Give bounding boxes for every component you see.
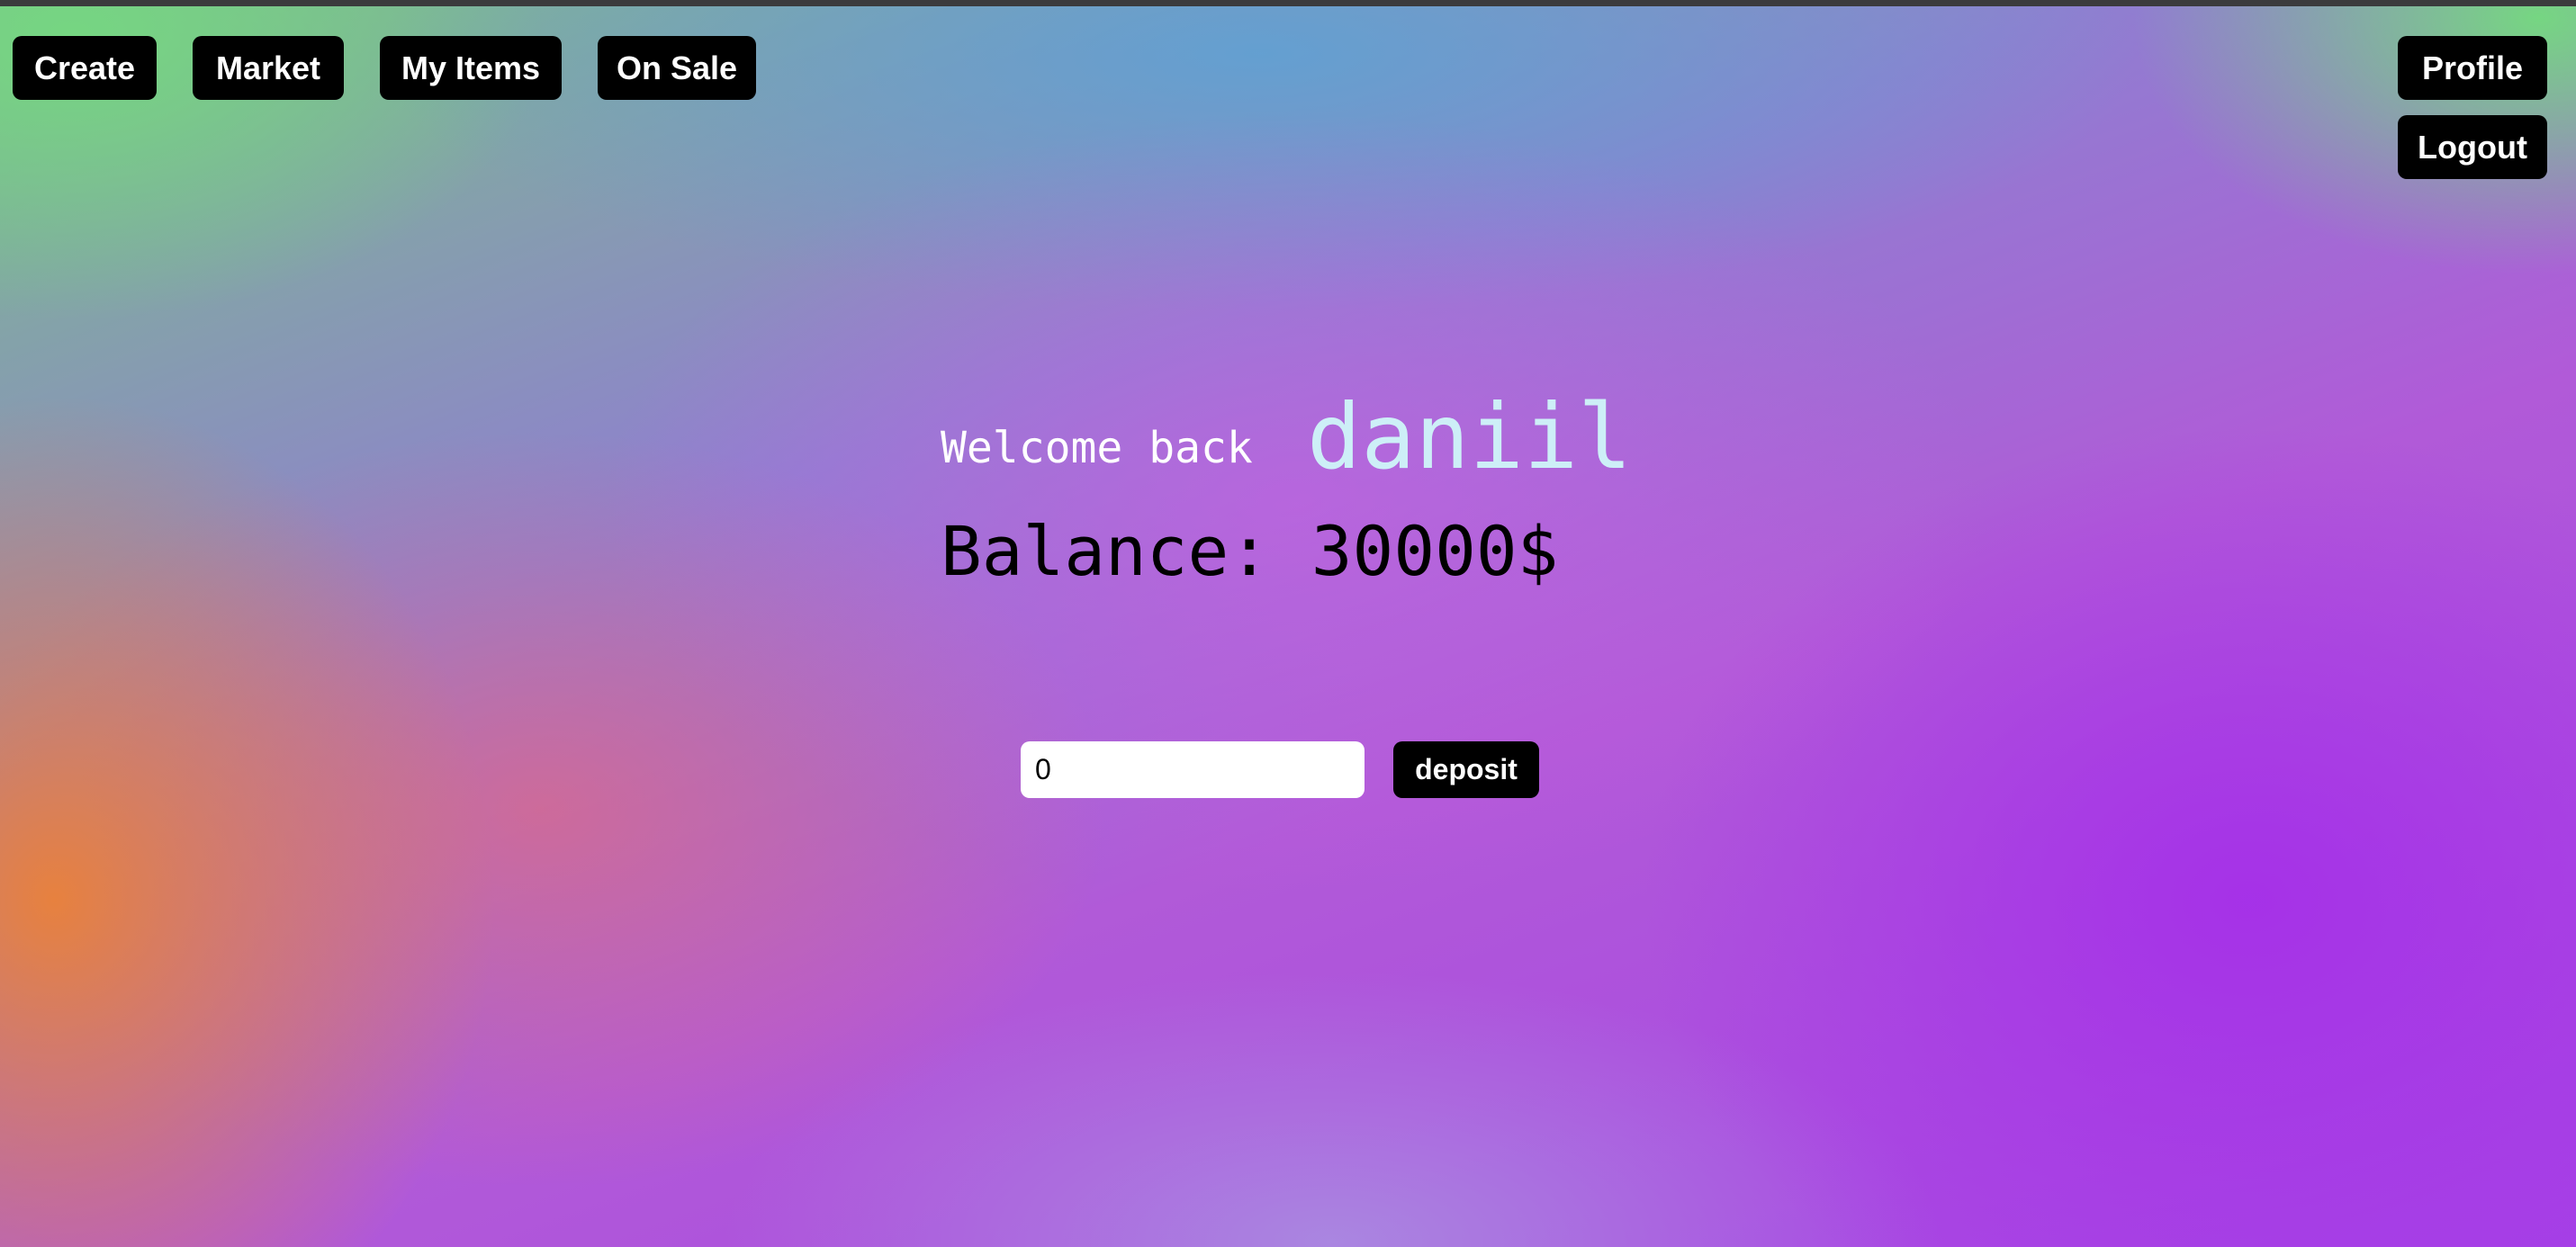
deposit-button[interactable]: deposit [1393,741,1539,798]
nav-market-button[interactable]: Market [193,36,344,100]
deposit-amount-input[interactable] [1021,741,1365,798]
balance-text: Balance: 30000$ [941,511,1559,591]
logout-button[interactable]: Logout [2398,115,2547,179]
nav-create-button[interactable]: Create [13,36,157,100]
profile-button[interactable]: Profile [2398,36,2547,100]
welcome-text: Welcome back [941,423,1253,473]
nav-my-items-button[interactable]: My Items [380,36,562,100]
username: daniil [1307,384,1633,489]
nav-on-sale-button[interactable]: On Sale [598,36,756,100]
page-background [0,0,2576,1247]
window-top-border [0,0,2576,6]
